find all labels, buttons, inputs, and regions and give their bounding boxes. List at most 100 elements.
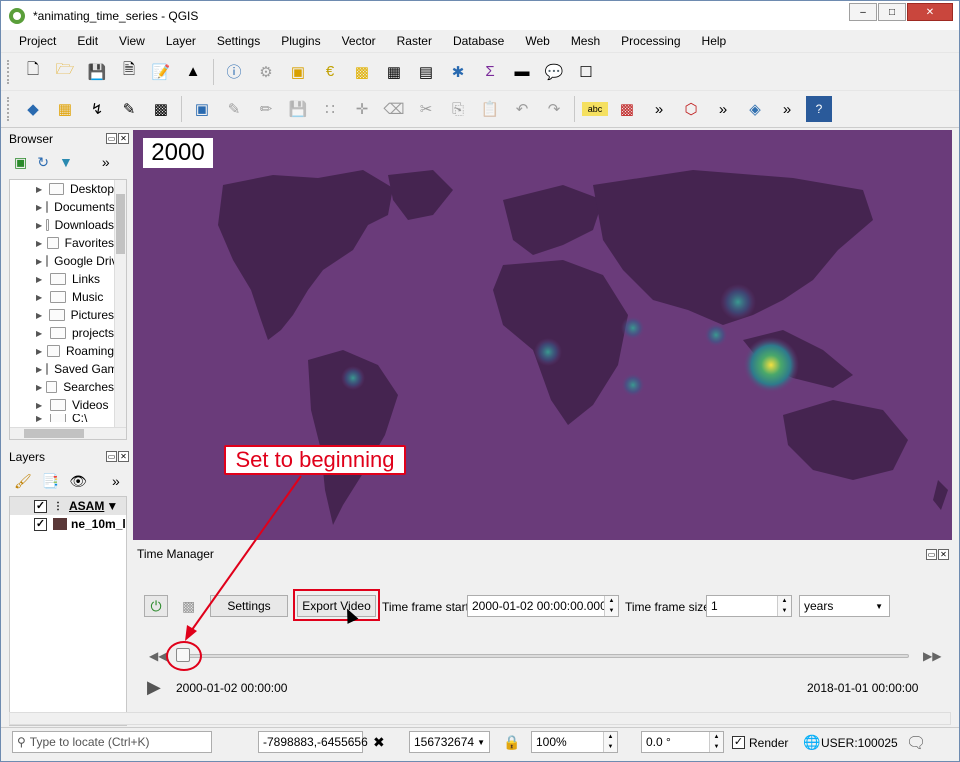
- tree-item-desktop[interactable]: ▶ Desktop: [10, 180, 114, 198]
- add-selected-icon[interactable]: ▣: [14, 154, 27, 171]
- menu-layer[interactable]: Layer: [152, 34, 203, 48]
- menu-database[interactable]: Database: [439, 34, 511, 48]
- settings-button[interactable]: Settings: [210, 595, 288, 617]
- float-icon[interactable]: ▭: [926, 549, 937, 560]
- sum-icon[interactable]: Σ: [477, 59, 503, 85]
- menu-view[interactable]: View: [105, 34, 152, 48]
- menu-project[interactable]: Project: [5, 34, 63, 48]
- menu-processing[interactable]: Processing: [607, 34, 687, 48]
- style-brush-icon[interactable]: 🖌: [14, 473, 32, 490]
- delete-icon[interactable]: ⌫: [381, 96, 407, 122]
- map-canvas[interactable]: 2000: [133, 130, 952, 540]
- attribute-table-icon[interactable]: ▦: [381, 59, 407, 85]
- expand-arrow-icon[interactable]: ▶: [36, 383, 42, 392]
- tree-item-c-drive[interactable]: ▶ C:\: [10, 414, 114, 422]
- play-icon[interactable]: ▶: [147, 677, 161, 698]
- expand-arrow-icon[interactable]: ▶: [36, 293, 46, 302]
- filter-icon[interactable]: ▼: [59, 154, 73, 170]
- spin-up-icon[interactable]: ▲: [782, 598, 788, 604]
- zoom-icon[interactable]: ⚙: [253, 59, 279, 85]
- time-slider-track[interactable]: [179, 654, 909, 658]
- close-icon[interactable]: ✕: [118, 451, 129, 462]
- visibility-eye-icon[interactable]: 👁: [69, 473, 87, 490]
- locate-search-input[interactable]: ⚲ Type to locate (Ctrl+K): [12, 731, 212, 753]
- close-icon[interactable]: ✕: [118, 133, 129, 144]
- spin-down-icon[interactable]: ▼: [782, 608, 788, 614]
- close-icon[interactable]: ✕: [938, 549, 949, 560]
- expand-arrow-icon[interactable]: ▶: [36, 311, 45, 320]
- more-chevron-icon[interactable]: »: [710, 96, 736, 122]
- spin-up-icon[interactable]: ▲: [608, 734, 614, 740]
- deselect-icon[interactable]: ▩: [349, 59, 375, 85]
- expand-arrow-icon[interactable]: ▶: [36, 275, 46, 284]
- expand-arrow-icon[interactable]: ▶: [36, 239, 43, 248]
- statistics-icon[interactable]: ▤: [413, 59, 439, 85]
- frame-start-spinner[interactable]: ▲ ▼: [604, 596, 618, 616]
- menu-mesh[interactable]: Mesh: [557, 34, 607, 48]
- expand-arrow-icon[interactable]: ▶: [36, 329, 46, 338]
- print-layout-icon[interactable]: 🗎: [116, 59, 142, 85]
- label-icon[interactable]: abc: [582, 102, 608, 116]
- more-chevron-icon[interactable]: »: [646, 96, 672, 122]
- digitize-icon[interactable]: ↯: [84, 96, 110, 122]
- step-forward-icon[interactable]: ▶▶: [923, 649, 941, 663]
- tree-item-videos[interactable]: ▶ Videos: [10, 396, 114, 414]
- style-manager-icon[interactable]: ▲: [180, 59, 206, 85]
- crs-label[interactable]: USER:100025: [821, 736, 898, 750]
- float-icon[interactable]: ▭: [106, 133, 117, 144]
- magnifier-input[interactable]: 100% ▲ ▼: [531, 731, 618, 753]
- rotation-spinner[interactable]: ▲ ▼: [709, 732, 723, 752]
- expand-arrow-icon[interactable]: ▶: [36, 347, 43, 356]
- menu-help[interactable]: Help: [688, 34, 734, 48]
- spin-down-icon[interactable]: ▼: [609, 608, 615, 614]
- step-back-icon[interactable]: ◀◀: [149, 649, 167, 663]
- tree-item-music[interactable]: ▶ Music: [10, 288, 114, 306]
- identify-icon[interactable]: ⓘ: [221, 59, 247, 85]
- save-project-icon[interactable]: 💾: [84, 59, 110, 85]
- paste-icon[interactable]: 📋: [477, 96, 503, 122]
- expand-arrow-icon[interactable]: ▶: [36, 185, 45, 194]
- menu-edit[interactable]: Edit: [63, 34, 105, 48]
- power-toggle-button[interactable]: ⏻: [144, 595, 168, 617]
- spin-up-icon[interactable]: ▲: [714, 734, 720, 740]
- undo-icon[interactable]: ↶: [509, 96, 535, 122]
- close-button[interactable]: ✕: [907, 3, 953, 21]
- sync-icon[interactable]: ▩: [182, 598, 195, 615]
- messages-icon[interactable]: 🗨: [906, 733, 926, 753]
- tree-item-documents[interactable]: ▶ Documents: [10, 198, 114, 216]
- layout-manager-icon[interactable]: 📝: [148, 59, 174, 85]
- time-unit-select[interactable]: years ▼: [799, 595, 890, 617]
- crs-globe-icon[interactable]: 🌐: [803, 734, 820, 751]
- scroll-thumb[interactable]: [24, 429, 84, 438]
- menu-plugins[interactable]: Plugins: [267, 34, 327, 48]
- expand-arrow-icon[interactable]: ▶: [36, 401, 46, 410]
- spin-down-icon[interactable]: ▼: [714, 744, 720, 750]
- float-icon[interactable]: ▭: [106, 451, 117, 462]
- scroll-thumb[interactable]: [116, 194, 125, 254]
- diagram-icon[interactable]: ▩: [614, 96, 640, 122]
- tree-item-links[interactable]: ▶ Links: [10, 270, 114, 288]
- tree-item-favorites[interactable]: ▶ Favorites: [10, 234, 114, 252]
- lock-icon[interactable]: 🔒: [503, 734, 520, 751]
- save-edits-icon[interactable]: 💾: [285, 96, 311, 122]
- shape-digitize-icon[interactable]: ⬡: [678, 96, 704, 122]
- raster-icon[interactable]: ▩: [148, 96, 174, 122]
- new-project-icon[interactable]: 🗋: [20, 59, 46, 85]
- cut-icon[interactable]: ✂: [413, 96, 439, 122]
- frame-size-input[interactable]: 1 ▲ ▼: [706, 595, 792, 617]
- edit-pencil-icon[interactable]: ✏: [253, 96, 279, 122]
- frame-start-input[interactable]: 2000-01-02 00:00:00.000 ▲ ▼: [467, 595, 619, 617]
- mouse-pointer-icon[interactable]: ✖: [373, 734, 385, 751]
- data-source-manager-icon[interactable]: ◆: [20, 96, 46, 122]
- expand-arrow-icon[interactable]: ▶: [36, 257, 42, 266]
- measure-icon[interactable]: ▬: [509, 59, 535, 85]
- menu-vector[interactable]: Vector: [328, 34, 383, 48]
- browser-vertical-scrollbar[interactable]: [114, 180, 126, 427]
- dock-horizontal-scrollbar[interactable]: [9, 712, 951, 725]
- spin-up-icon[interactable]: ▲: [609, 598, 615, 604]
- add-group-icon[interactable]: 📑: [42, 473, 59, 490]
- tree-item-roaming[interactable]: ▶ Roaming: [10, 342, 114, 360]
- minimize-button[interactable]: –: [849, 3, 877, 21]
- render-checkbox[interactable]: ✓: [732, 736, 745, 749]
- spin-down-icon[interactable]: ▼: [608, 744, 614, 750]
